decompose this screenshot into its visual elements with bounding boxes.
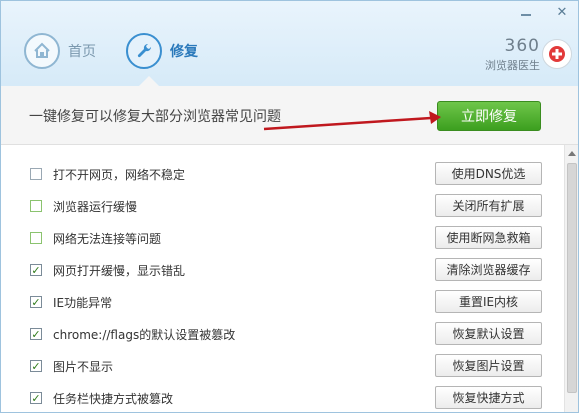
item-fix-button[interactable]: 恢复默认设置 [435,322,542,345]
home-icon [24,33,60,69]
brand-subtitle: 浏览器医生 [485,59,540,72]
item-fix-button[interactable]: 使用断网急救箱 [435,226,542,249]
item-label: 图片不显示 [53,360,114,374]
medical-cross-icon [542,39,572,69]
item-checkbox[interactable]: ✓ [30,328,42,340]
item-fix-button[interactable]: 关闭所有扩展 [435,194,542,217]
scroll-thumb[interactable] [567,163,577,393]
item-label: 打不开网页，网络不稳定 [53,168,186,182]
item-label: IE功能异常 [53,296,113,310]
wrench-icon [126,33,162,69]
app-window: ✕ 首页 修复 360 浏览器医生 一键修复可以修复大部分浏览器常见问题 立即修… [0,0,579,413]
brand-number: 360 [504,36,540,56]
tab-repair[interactable]: 修复 [126,31,198,71]
action-bar: 一键修复可以修复大部分浏览器常见问题 立即修复 [1,86,578,145]
item-fix-button[interactable]: 恢复快捷方式 [435,386,542,409]
item-checkbox[interactable]: ✓ [30,392,42,404]
checkmark-icon: ✓ [31,327,41,341]
list-item: 打不开网页，网络不稳定 使用DNS优选 [1,159,564,191]
close-icon: ✕ [556,4,568,20]
brand: 360 浏览器医生 [485,36,540,73]
item-label: 浏览器运行缓慢 [53,200,138,214]
checkmark-icon: ✓ [31,391,41,405]
list-item: ✓ 图片不显示 恢复图片设置 [1,351,564,383]
item-fix-button[interactable]: 使用DNS优选 [435,162,542,185]
tab-home-label: 首页 [68,44,96,60]
item-checkbox[interactable]: ✓ [30,264,42,276]
checkmark-icon: ✓ [31,359,41,373]
action-description: 一键修复可以修复大部分浏览器常见问题 [29,109,281,125]
issue-list: 打不开网页，网络不稳定 使用DNS优选浏览器运行缓慢 关闭所有扩展网络无法连接等问题… [1,145,564,412]
list-item: ✓ chrome://flags的默认设置被篡改 恢复默认设置 [1,319,564,351]
list-item: ✓ IE功能异常 重置IE内核 [1,287,564,319]
list-item: 浏览器运行缓慢 关闭所有扩展 [1,191,564,223]
close-button[interactable]: ✕ [544,1,578,23]
minimize-button[interactable] [508,1,544,23]
list-item: ✓ 任务栏快捷方式被篡改 恢复快捷方式 [1,383,564,412]
tab-home[interactable]: 首页 [24,31,96,71]
item-label: chrome://flags的默认设置被篡改 [53,328,236,342]
list-item: 网络无法连接等问题 使用断网急救箱 [1,223,564,255]
list-item: ✓ 网页打开缓慢，显示错乱 清除浏览器缓存 [1,255,564,287]
active-tab-pointer [139,76,159,86]
checkmark-icon: ✓ [31,263,41,277]
header-bar: ✕ 首页 修复 360 浏览器医生 [1,1,578,87]
checkmark-icon: ✓ [31,295,41,309]
item-label: 网络无法连接等问题 [53,232,162,246]
item-checkbox[interactable] [30,168,42,180]
item-label: 任务栏快捷方式被篡改 [53,392,174,406]
item-checkbox[interactable]: ✓ [30,296,42,308]
repair-now-button[interactable]: 立即修复 [437,101,541,131]
window-controls: ✕ [508,1,578,25]
item-fix-button[interactable]: 恢复图片设置 [435,354,542,377]
item-fix-button[interactable]: 重置IE内核 [435,290,542,313]
minimize-icon [521,14,531,16]
scroll-up-icon[interactable] [568,151,576,156]
item-fix-button[interactable]: 清除浏览器缓存 [435,258,542,281]
item-checkbox[interactable] [30,232,42,244]
item-label: 网页打开缓慢，显示错乱 [53,264,186,278]
item-checkbox[interactable]: ✓ [30,360,42,372]
tab-repair-label: 修复 [170,44,198,60]
scrollbar[interactable] [564,145,578,412]
item-checkbox[interactable] [30,200,42,212]
